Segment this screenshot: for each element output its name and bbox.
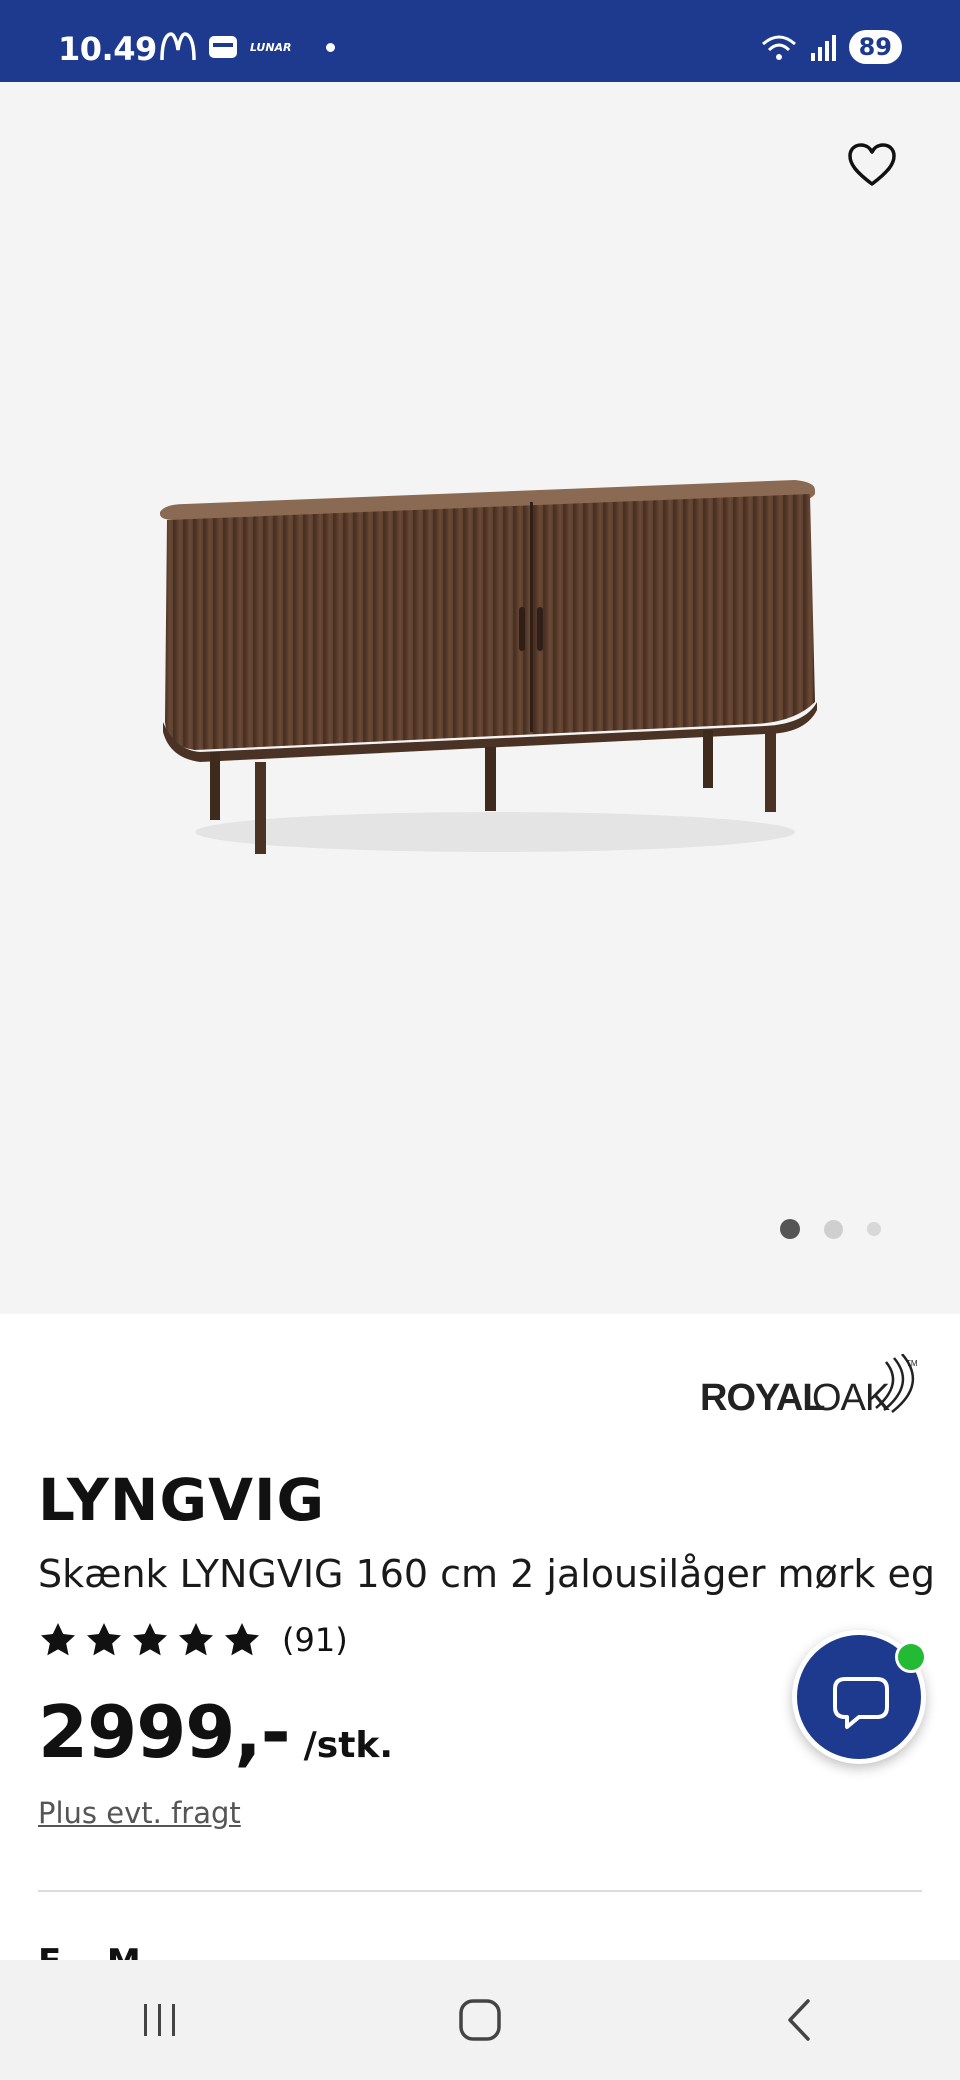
home-icon [459,1999,501,2041]
recent-apps-icon [144,2004,175,2036]
star-filled-icon [225,1623,259,1656]
online-indicator [895,1641,927,1673]
back-button[interactable] [755,1975,845,2065]
product-name: LYNGVIG [38,1466,326,1534]
battery-indicator: 89 [848,30,902,64]
home-button[interactable] [435,1975,525,2065]
recent-apps-button[interactable] [115,1975,205,2065]
system-navigation-bar [0,1960,960,2080]
svg-text:ROYAL: ROYAL [700,1377,825,1418]
svg-text:OAK: OAK [812,1377,890,1418]
section-divider [38,1890,922,1892]
heart-outline-icon[interactable] [846,140,898,192]
wallet-icon [209,36,237,58]
product-description: Skænk LYNGVIG 160 cm 2 jalousilåger mørk… [38,1552,936,1596]
notification-dot-icon [325,42,335,52]
product-rating[interactable]: (91) [38,1620,348,1660]
status-right-icons: 89 [759,30,902,64]
signal-icon [810,35,836,61]
wifi-icon [761,35,796,60]
status-left-icons: LUNAR [160,32,335,62]
chat-bubble-icon [833,1677,889,1729]
status-time: 10.49 [58,30,157,68]
gallery-dot[interactable] [867,1222,881,1236]
shipping-note-link[interactable]: Plus evt. fragt [38,1796,241,1830]
product-price: 2999,- /stk. [38,1690,393,1774]
back-icon [788,1999,810,2041]
price-amount: 2999,- [38,1690,291,1774]
mcdonalds-icon [160,32,196,61]
star-filled-icon [179,1623,213,1656]
lunar-icon: LUNAR [250,40,292,54]
status-bar: 10.49 LUNAR 89 [0,0,960,82]
star-filled-icon [41,1623,75,1656]
gallery-dot[interactable] [824,1219,843,1239]
star-filled-icon [133,1623,167,1656]
star-filled-icon [87,1623,121,1656]
rating-count: (91) [282,1621,348,1659]
svg-text:TM: TM [906,1359,918,1368]
gallery-dot-active[interactable] [780,1219,800,1239]
price-unit: /stk. [303,1725,394,1766]
chat-button[interactable] [792,1630,927,1764]
product-image-gallery[interactable] [0,82,960,1314]
brand-logo[interactable]: ROYAL OAK TM [698,1354,920,1418]
gallery-pagination [780,1219,881,1239]
product-image [160,480,817,854]
